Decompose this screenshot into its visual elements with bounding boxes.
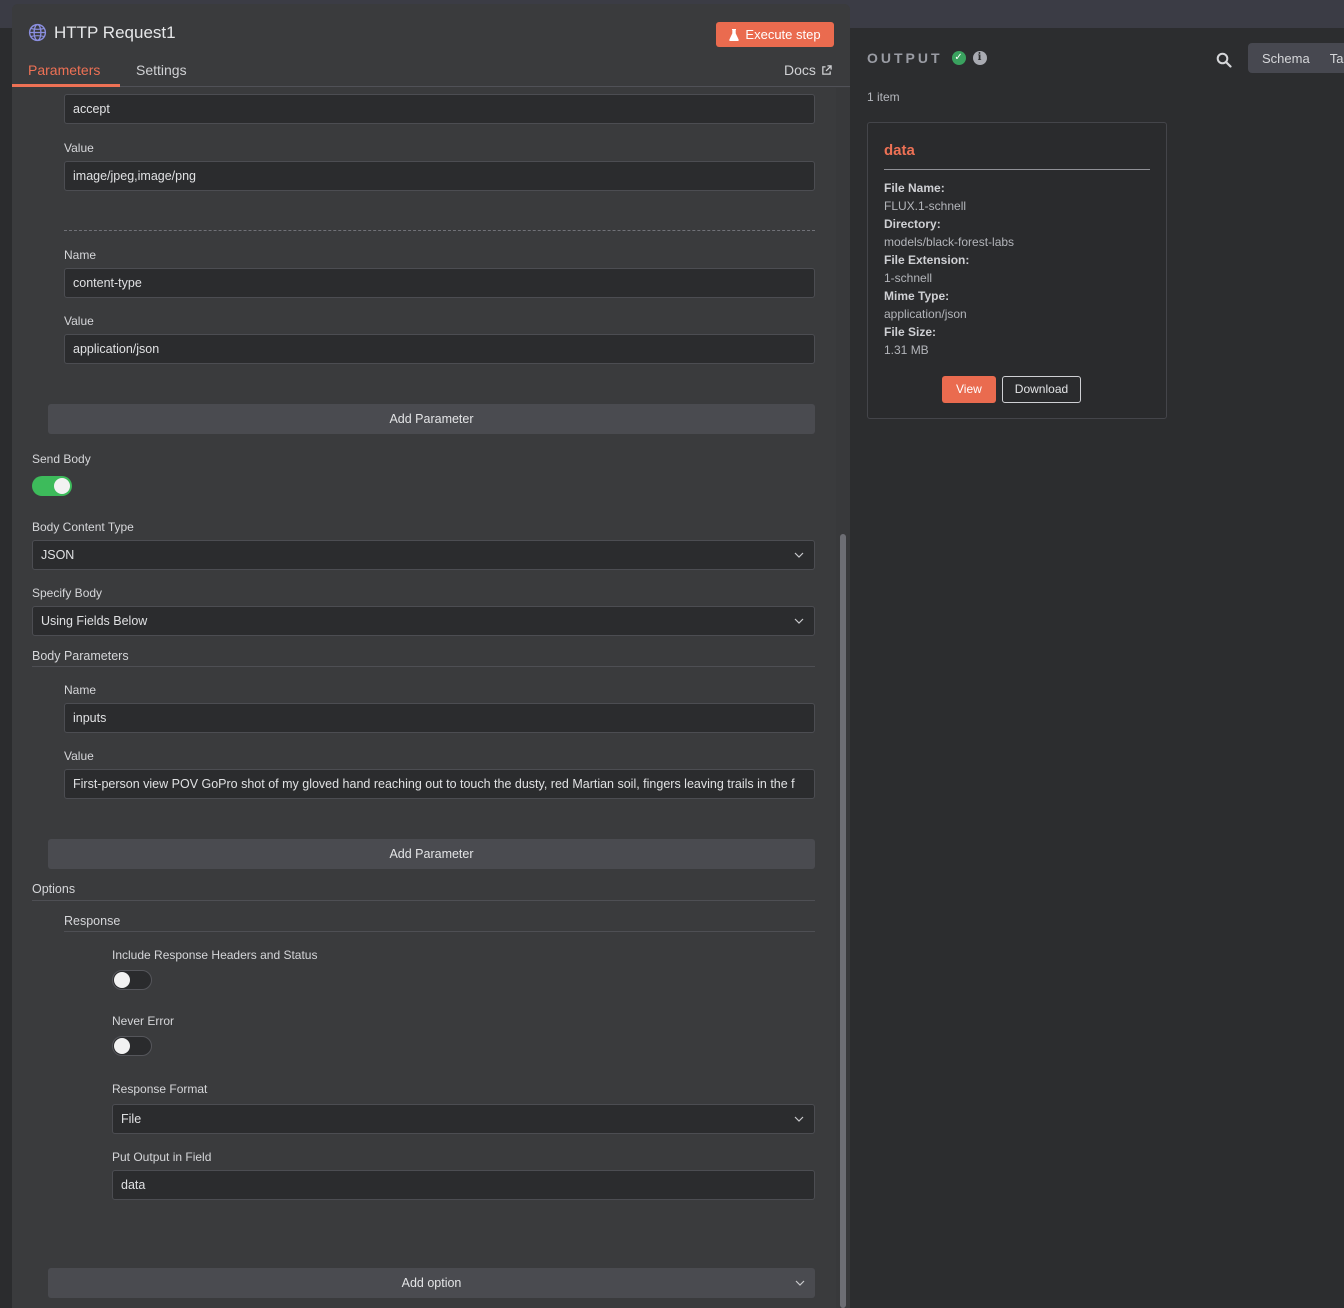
- docs-label: Docs: [784, 62, 816, 78]
- add-header-parameter-button[interactable]: Add Parameter: [48, 404, 815, 434]
- toggle-knob: [54, 478, 70, 494]
- output-header: OUTPUT ✓ i: [867, 50, 987, 66]
- body-param-name-input[interactable]: inputs: [64, 703, 815, 733]
- success-check-icon: ✓: [951, 51, 966, 65]
- file-extension-label: File Extension:: [884, 253, 970, 267]
- tab-table[interactable]: Ta: [1324, 51, 1344, 66]
- header-value-label: Value: [64, 141, 94, 155]
- include-headers-label: Include Response Headers and Status: [112, 948, 318, 962]
- specify-body-select[interactable]: Using Fields Below: [32, 606, 815, 636]
- mime-type-value: application/json: [884, 307, 967, 321]
- execute-step-button[interactable]: Execute step: [716, 22, 834, 47]
- body-param-value-input[interactable]: First-person view POV GoPro shot of my g…: [64, 769, 815, 799]
- specify-body-value: Using Fields Below: [41, 614, 148, 628]
- chevron-down-icon: [795, 1280, 805, 1286]
- section-divider: [32, 900, 815, 901]
- file-size-label: File Size:: [884, 325, 937, 339]
- response-format-value: File: [121, 1112, 142, 1126]
- tab-parameters[interactable]: Parameters: [28, 62, 100, 78]
- response-format-label: Response Format: [112, 1082, 208, 1096]
- info-icon[interactable]: i: [972, 51, 987, 65]
- item-count: 1 item: [867, 90, 900, 104]
- never-error-label: Never Error: [112, 1014, 175, 1028]
- active-tab-indicator: [12, 84, 120, 87]
- node-settings-panel: accept Value image/jpeg,image/png Name c…: [12, 4, 850, 1308]
- section-divider: [32, 666, 815, 667]
- external-link-icon: [822, 64, 832, 75]
- execute-step-label: Execute step: [745, 27, 821, 42]
- tab-settings[interactable]: Settings: [136, 62, 187, 78]
- body-parameters-label: Body Parameters: [32, 649, 129, 663]
- chevron-down-icon: [794, 1116, 804, 1122]
- binary-data-card: data File Name: FLUX.1-schnell Directory…: [867, 122, 1167, 419]
- add-option-label: Add option: [401, 1276, 462, 1290]
- file-extension-value: 1-schnell: [884, 271, 933, 285]
- toggle-knob: [114, 972, 130, 988]
- file-metadata: File Name: FLUX.1-schnell Directory: mod…: [884, 179, 1014, 359]
- header-value-input-content-type[interactable]: application/json: [64, 334, 815, 364]
- never-error-toggle[interactable]: [112, 1036, 152, 1056]
- directory-value: models/black-forest-labs: [884, 235, 1015, 249]
- node-title[interactable]: HTTP Request1: [54, 23, 176, 43]
- include-headers-toggle[interactable]: [112, 970, 152, 990]
- body-content-type-select[interactable]: JSON: [32, 540, 815, 570]
- header-separator: [64, 230, 815, 231]
- options-label: Options: [32, 882, 76, 896]
- response-format-select[interactable]: File: [112, 1104, 815, 1134]
- view-button[interactable]: View: [942, 376, 996, 403]
- header-value-input-accept[interactable]: image/jpeg,image/png: [64, 161, 815, 191]
- send-body-label: Send Body: [32, 452, 91, 466]
- section-divider: [64, 931, 815, 932]
- card-title: data: [884, 142, 915, 159]
- chevron-down-icon: [794, 552, 804, 558]
- directory-label: Directory:: [884, 217, 941, 231]
- tab-schema[interactable]: Schema: [1248, 51, 1324, 66]
- globe-icon: [28, 23, 47, 42]
- flask-icon: [729, 28, 740, 41]
- specify-body-label: Specify Body: [32, 586, 103, 600]
- search-icon[interactable]: [1216, 52, 1232, 68]
- output-title: OUTPUT: [867, 50, 943, 66]
- header-name-label: Name: [64, 248, 97, 262]
- mime-type-label: Mime Type:: [884, 289, 950, 303]
- response-section-label: Response: [64, 914, 121, 928]
- output-view-tabs: Schema Ta: [1248, 43, 1344, 73]
- card-divider: [884, 169, 1150, 170]
- body-content-type-value: JSON: [41, 548, 75, 562]
- download-button[interactable]: Download: [1001, 376, 1082, 403]
- file-name-label: File Name:: [884, 181, 945, 195]
- body-content-type-label: Body Content Type: [32, 520, 134, 534]
- header-name-input-content-type[interactable]: content-type: [64, 268, 815, 298]
- body-param-name-label: Name: [64, 683, 97, 697]
- add-option-button[interactable]: Add option: [48, 1268, 815, 1298]
- header-value-label: Value: [64, 314, 94, 328]
- docs-link[interactable]: Docs: [784, 62, 832, 78]
- add-body-parameter-button[interactable]: Add Parameter: [48, 839, 815, 869]
- send-body-toggle[interactable]: [32, 476, 72, 496]
- file-name-value: FLUX.1-schnell: [884, 199, 967, 213]
- chevron-down-icon: [794, 618, 804, 624]
- body-param-value-label: Value: [64, 749, 94, 763]
- output-panel: OUTPUT ✓ i Schema Ta 1 item data File Na…: [850, 28, 1344, 1308]
- card-actions: View Download: [942, 376, 1082, 403]
- output-field-label: Put Output in Field: [112, 1150, 212, 1164]
- scrollbar-thumb[interactable]: [840, 534, 846, 1308]
- toggle-knob: [114, 1038, 130, 1054]
- output-field-input[interactable]: data: [112, 1170, 815, 1200]
- file-size-value: 1.31 MB: [884, 343, 929, 357]
- header-name-input-accept[interactable]: accept: [64, 94, 815, 124]
- node-header: HTTP Request1 Execute step Parameters Se…: [12, 4, 850, 87]
